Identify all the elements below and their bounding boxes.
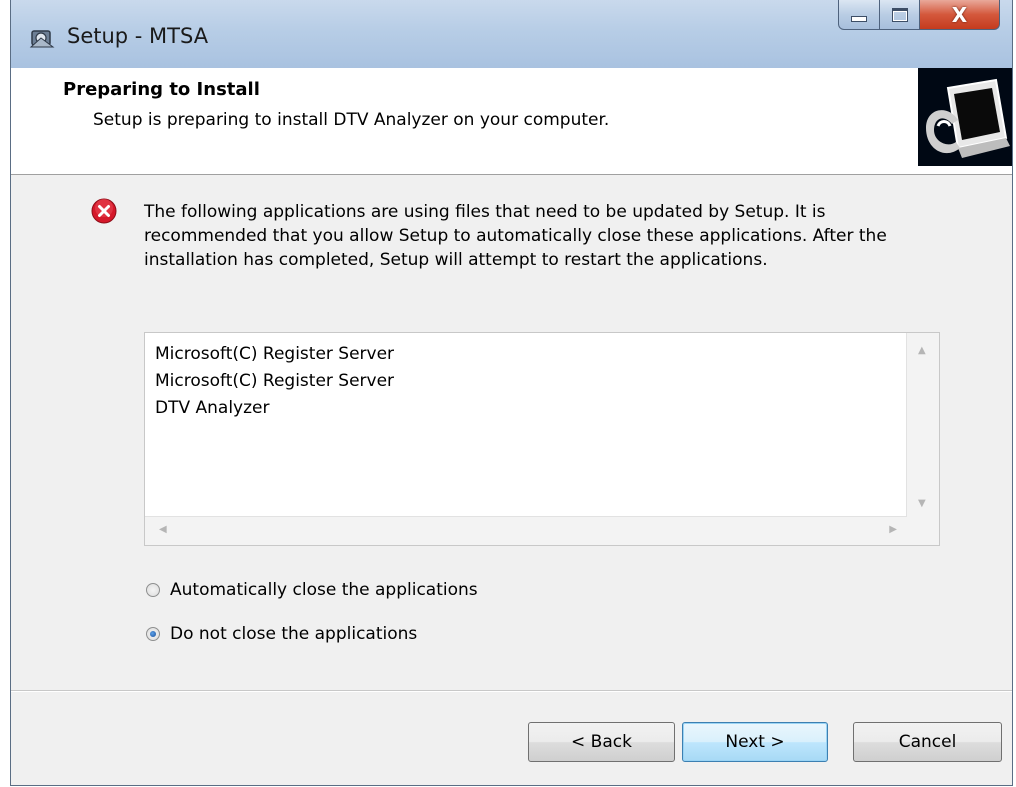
computer-install-icon <box>918 68 1012 166</box>
title-bar[interactable]: Setup - MTSA X <box>11 0 1012 69</box>
scroll-up-icon[interactable]: ▲ <box>918 345 926 356</box>
option-do-not-close-label: Do not close the applications <box>170 624 418 644</box>
error-icon <box>91 198 117 224</box>
caption-buttons: X <box>838 0 1000 34</box>
applications-list[interactable]: Microsoft(C) Register Server Microsoft(C… <box>144 332 940 546</box>
horizontal-scrollbar[interactable]: ◀ ▶ <box>145 516 907 545</box>
back-button[interactable]: < Back <box>528 722 675 762</box>
cancel-button[interactable]: Cancel <box>853 722 1002 762</box>
vertical-scrollbar[interactable]: ▲ ▼ <box>906 333 939 517</box>
window-title: Setup - MTSA <box>67 24 209 48</box>
list-item: Microsoft(C) Register Server <box>155 371 395 391</box>
list-item: DTV Analyzer <box>155 398 270 418</box>
next-button[interactable]: Next > <box>682 722 828 762</box>
footer-divider <box>11 690 1012 692</box>
wizard-header: Preparing to Install Setup is preparing … <box>11 68 1012 175</box>
warning-message: The following applications are using fil… <box>144 202 887 270</box>
radio-do-not-close[interactable] <box>146 627 160 641</box>
close-icon: X <box>951 2 968 27</box>
applications-list-items: Microsoft(C) Register Server Microsoft(C… <box>155 341 394 422</box>
close-button[interactable]: X <box>920 0 1000 30</box>
minimize-icon <box>851 15 867 22</box>
setup-window: Setup - MTSA X Preparing to Install Setu… <box>10 0 1013 786</box>
scroll-left-icon[interactable]: ◀ <box>159 524 167 535</box>
page-subtitle: Setup is preparing to install DTV Analyz… <box>93 110 610 130</box>
scroll-right-icon[interactable]: ▶ <box>889 524 897 535</box>
scroll-down-icon[interactable]: ▼ <box>918 498 926 509</box>
installer-icon <box>29 30 55 48</box>
maximize-button[interactable] <box>880 0 920 30</box>
option-auto-close[interactable]: Automatically close the applications <box>146 580 478 600</box>
radio-auto-close[interactable] <box>146 583 160 597</box>
page-title: Preparing to Install <box>63 79 260 100</box>
option-auto-close-label: Automatically close the applications <box>170 580 478 600</box>
list-item: Microsoft(C) Register Server <box>155 344 395 364</box>
scroll-corner <box>907 517 939 545</box>
maximize-icon <box>891 7 908 22</box>
minimize-button[interactable] <box>838 0 880 30</box>
option-do-not-close[interactable]: Do not close the applications <box>146 624 417 644</box>
